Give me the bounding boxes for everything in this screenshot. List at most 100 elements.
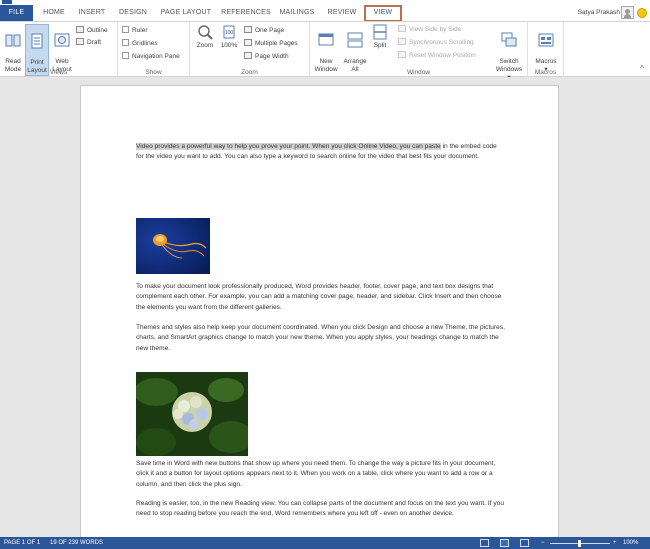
selected-text[interactable]: Video provides a powerful way to help yo… [136, 143, 441, 150]
paragraph-5[interactable]: Reading is easier, too, in the new Readi… [136, 499, 506, 520]
avatar[interactable] [621, 6, 634, 19]
tab-review[interactable]: REVIEW [325, 5, 359, 21]
feedback-smiley-icon[interactable] [637, 8, 647, 18]
view-side-by-side-label: View Side by Side [409, 26, 462, 33]
zoom-slider-handle[interactable] [578, 540, 581, 547]
window-group-label: Window [406, 69, 431, 76]
svg-text:100: 100 [225, 30, 234, 36]
tab-design[interactable]: DESIGN [114, 5, 152, 21]
read-mode-view-icon[interactable] [480, 539, 489, 547]
tab-file[interactable]: FILE [0, 5, 33, 21]
switch-windows-icon [501, 32, 517, 47]
arrange-all-button[interactable]: Arrange All [341, 24, 369, 74]
magnifier-icon [198, 25, 213, 40]
multiple-pages-label: Multiple Pages [255, 40, 298, 47]
outline-button[interactable]: Outline [76, 26, 108, 36]
status-bar: PAGE 1 OF 1 19 OF 239 WORDS − + 100% [0, 537, 650, 549]
synchronous-scrolling-button[interactable]: Synchronous Scrolling [398, 38, 474, 48]
paragraph-2[interactable]: To make your document look professionall… [136, 282, 506, 313]
paragraph-4[interactable]: Save time in Word with new buttons that … [136, 459, 506, 490]
navigation-pane-check-icon [122, 52, 129, 59]
new-window-button[interactable]: New Window [312, 24, 340, 74]
ruler-label: Ruler [132, 27, 148, 34]
jellyfish-image[interactable] [136, 218, 210, 274]
tab-view[interactable]: VIEW [364, 5, 402, 22]
tab-home[interactable]: HOME [38, 5, 70, 21]
page-width-icon [244, 52, 252, 59]
macros-group-label: Macros [534, 69, 557, 76]
read-mode-button[interactable]: Read Mode [2, 24, 24, 74]
macros-button[interactable]: Macros ▾ [532, 24, 560, 74]
split-label: Split [373, 42, 387, 49]
document-canvas[interactable]: Video provides a powerful way to help yo… [0, 77, 650, 545]
ribbon: Read Mode Print Layout Web Layout Outlin… [0, 21, 650, 81]
zoom-100-icon: 100 [223, 25, 235, 39]
tab-references[interactable]: REFERENCES [220, 5, 272, 21]
user-name[interactable]: Satya Prakash [578, 9, 620, 16]
draft-button[interactable]: Draft [76, 38, 101, 48]
one-page-label: One Page [255, 27, 285, 34]
group-views: Read Mode Print Layout Web Layout Outlin… [0, 22, 118, 77]
print-layout-view-icon[interactable] [500, 539, 509, 547]
macros-icon [538, 33, 554, 47]
show-group-label: Show [145, 69, 162, 76]
side-by-side-icon [398, 25, 406, 32]
view-side-by-side-button[interactable]: View Side by Side [398, 25, 461, 35]
views-group-label: Views [49, 69, 68, 76]
sync-scrolling-icon [398, 38, 406, 45]
page-width-button[interactable]: Page Width [244, 52, 289, 62]
read-mode-icon [5, 34, 21, 47]
draft-icon [76, 38, 84, 45]
gridlines-check-icon [122, 39, 129, 46]
zoom-100-label: 100% [220, 42, 238, 49]
zoom-in-icon[interactable]: + [613, 537, 617, 549]
page-width-label: Page Width [255, 53, 289, 60]
document-page[interactable]: Video provides a powerful way to help yo… [80, 85, 559, 545]
arrange-all-icon [347, 32, 363, 48]
web-layout-icon [54, 33, 70, 47]
zoom-100-button[interactable]: 100 100% [218, 24, 240, 50]
ruler-checkbox[interactable]: Ruler [122, 26, 148, 36]
navigation-pane-checkbox[interactable]: Navigation Pane [122, 52, 180, 62]
reset-window-icon [398, 51, 406, 58]
synchronous-scrolling-label: Synchronous Scrolling [409, 39, 474, 46]
tab-mailings[interactable]: MAILINGS [277, 5, 317, 21]
one-page-button[interactable]: One Page [244, 26, 284, 36]
one-page-icon [244, 26, 252, 33]
word-count[interactable]: 19 OF 239 WORDS [50, 537, 103, 549]
group-macros: Macros ▾ Macros [528, 22, 564, 77]
tab-page-layout[interactable]: PAGE LAYOUT [157, 5, 215, 21]
hydrangea-image[interactable] [136, 372, 248, 456]
group-show: Ruler Gridlines Navigation Pane Show [118, 22, 190, 77]
gridlines-label: Gridlines [132, 40, 158, 47]
web-layout-button[interactable]: Web Layout [51, 24, 73, 74]
ribbon-tab-bar: FILE HOME INSERT DESIGN PAGE LAYOUT REFE… [0, 5, 650, 22]
zoom-label: Zoom [196, 42, 214, 49]
outline-label: Outline [87, 27, 108, 34]
reset-window-position-label: Reset Window Position [409, 52, 476, 59]
ruler-check-icon [122, 26, 129, 33]
group-zoom: Zoom 100 100% One Page Multiple Pages Pa… [190, 22, 310, 77]
collapse-ribbon-icon[interactable]: ^ [640, 64, 644, 73]
paragraph-3[interactable]: Themes and styles also help keep your do… [136, 323, 506, 354]
web-layout-view-icon[interactable] [520, 539, 529, 547]
split-icon [373, 24, 387, 40]
multiple-pages-icon [244, 39, 252, 46]
gridlines-checkbox[interactable]: Gridlines [122, 39, 158, 49]
page-count[interactable]: PAGE 1 OF 1 [4, 537, 40, 549]
print-layout-icon [31, 33, 43, 49]
paragraph-1[interactable]: Video provides a powerful way to help yo… [136, 142, 506, 163]
zoom-out-icon[interactable]: − [541, 537, 545, 549]
split-button[interactable]: Split [370, 24, 390, 50]
reset-window-position-button[interactable]: Reset Window Position [398, 51, 476, 61]
navigation-pane-label: Navigation Pane [132, 53, 180, 60]
multiple-pages-button[interactable]: Multiple Pages [244, 39, 298, 49]
quick-access-toolbar[interactable] [2, 0, 12, 4]
zoom-group-label: Zoom [241, 69, 258, 76]
new-window-icon [318, 33, 334, 46]
tab-insert[interactable]: INSERT [74, 5, 110, 21]
group-window: New Window Arrange All Split View Side b… [310, 22, 528, 81]
draft-label: Draft [87, 39, 102, 46]
zoom-level[interactable]: 100% [623, 537, 638, 549]
zoom-button[interactable]: Zoom [194, 24, 216, 50]
